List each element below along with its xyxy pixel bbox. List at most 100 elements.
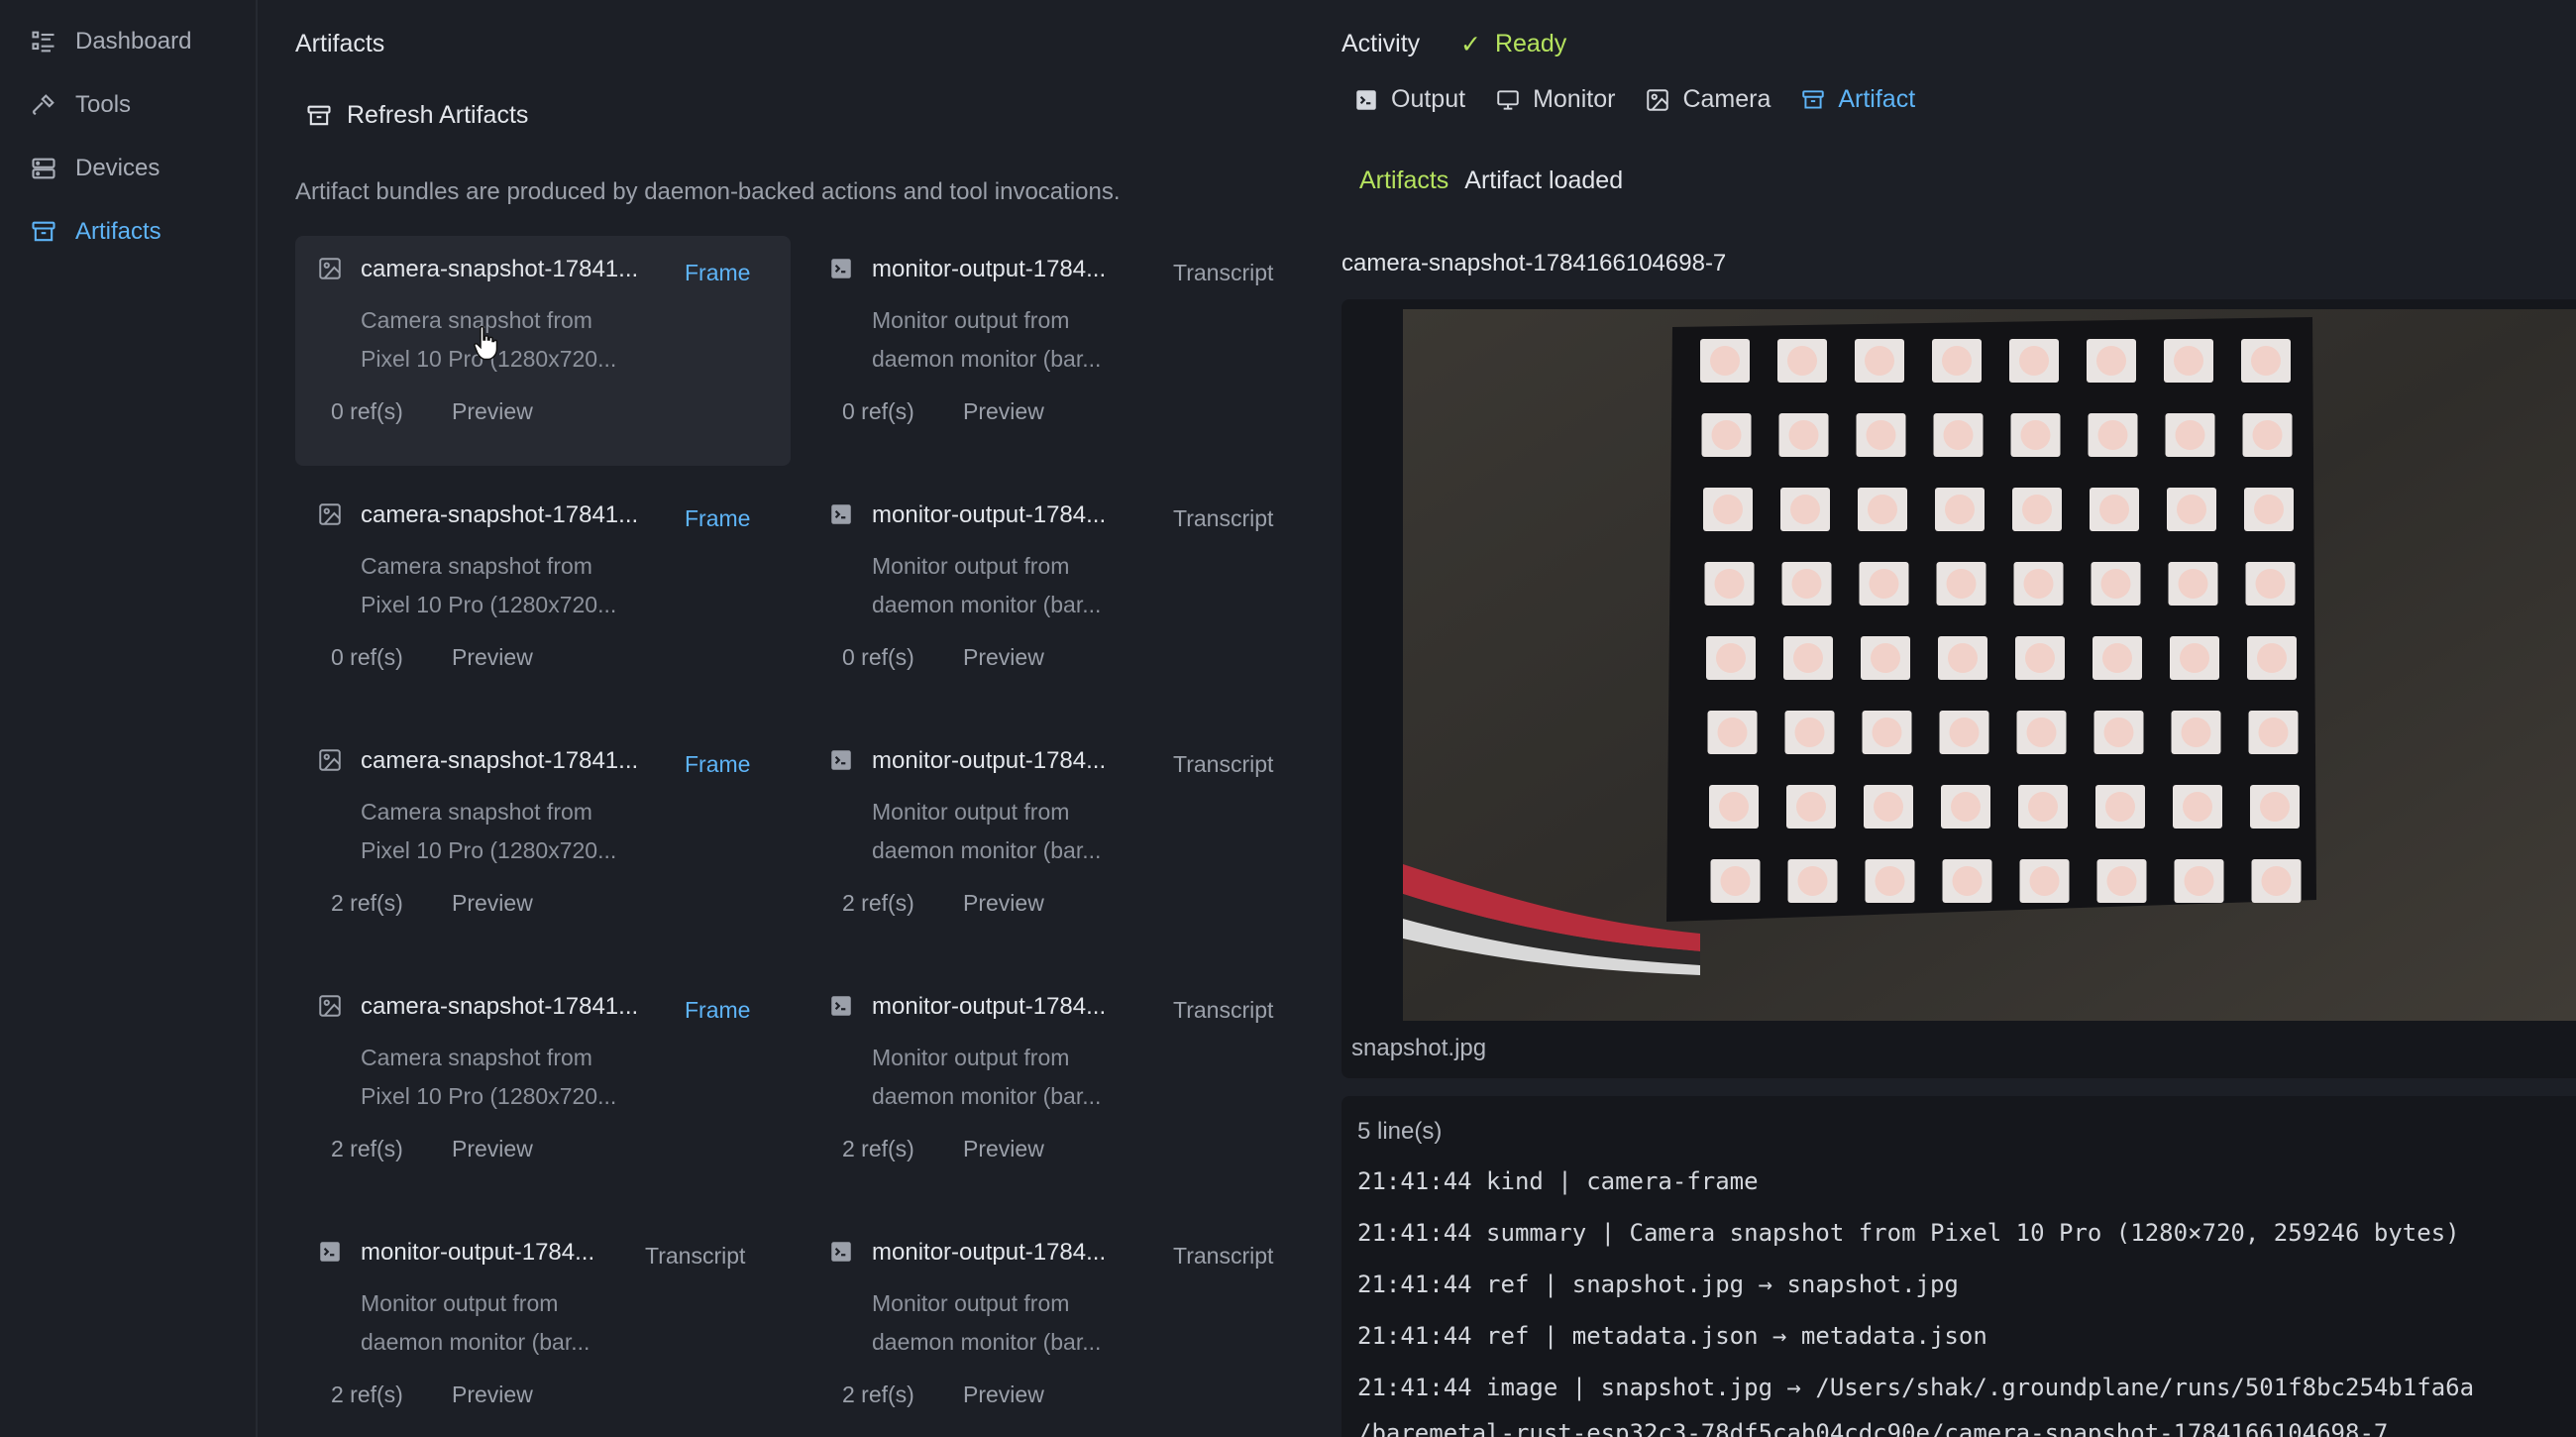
led-lens — [2029, 866, 2060, 896]
artifact-card[interactable]: monitor-output-1784... Transcript Monito… — [806, 482, 1302, 712]
led-lens — [2022, 495, 2052, 524]
artifact-title: monitor-output-1784... — [361, 1239, 595, 1266]
led-lens — [2099, 495, 2129, 524]
terminal-icon — [831, 259, 851, 278]
terminal-icon — [1356, 89, 1376, 110]
summary-line: Camera snapshot from — [361, 799, 592, 825]
artifact-tag: Transcript — [1173, 505, 1274, 531]
artifact-card[interactable]: monitor-output-1784... Transcript Monito… — [806, 727, 1302, 957]
artifact-summary: Camera snapshot from Pixel 10 Pro (1280x7… — [361, 1039, 616, 1116]
artifact-title: monitor-output-1784... — [872, 256, 1107, 282]
artifact-card[interactable]: camera-snapshot-17841... Frame Camera sn… — [295, 236, 791, 466]
sidebar-item-label: Dashboard — [75, 28, 192, 55]
activity-tabs: Output Monitor Camera Artifact — [1353, 85, 1915, 114]
led-lens — [1790, 495, 1820, 524]
artifact-card[interactable]: monitor-output-1784... Transcript Monito… — [806, 236, 1302, 466]
led-lens — [1874, 792, 1903, 822]
sidebar-item-label: Artifacts — [75, 218, 161, 245]
preview-link[interactable]: Preview — [963, 644, 1044, 671]
led-lens — [2251, 346, 2281, 376]
led-lens — [2252, 420, 2283, 450]
log-line: 21:41:44 summary | Camera snapshot from … — [1357, 1219, 2460, 1247]
status-badge: ✓ Ready — [1460, 30, 1566, 59]
summary-line: daemon monitor (bar... — [872, 1083, 1102, 1109]
summary-line: Monitor output from — [872, 799, 1070, 825]
summary-line: Monitor output from — [872, 307, 1070, 333]
refresh-artifacts-button[interactable]: Refresh Artifacts — [305, 101, 528, 130]
artifact-tag: Frame — [685, 505, 751, 531]
preview-link[interactable]: Preview — [452, 890, 533, 917]
led-lens — [1794, 718, 1825, 747]
artifact-refs: 2 ref(s) — [842, 890, 914, 916]
terminal-icon — [831, 504, 851, 524]
sidebar-item-tools[interactable]: Tools — [30, 91, 131, 119]
led-lens — [2258, 718, 2289, 747]
led-lens — [1945, 495, 1975, 524]
artifact-title: monitor-output-1784... — [872, 501, 1107, 528]
artifact-summary: Monitor output from daemon monitor (bar..… — [872, 547, 1101, 624]
led-lens — [2028, 792, 2058, 822]
log-line: 21:41:44 kind | camera-frame — [1357, 1167, 1759, 1195]
led-lens — [1711, 420, 1742, 450]
artifact-name: camera-snapshot-1784166104698-7 — [1342, 250, 1727, 276]
led-lens — [2102, 643, 2132, 673]
preview-link[interactable]: Preview — [963, 1382, 1044, 1408]
preview-link[interactable]: Preview — [452, 1136, 533, 1162]
image-icon — [319, 258, 341, 279]
preview-link[interactable]: Preview — [963, 1136, 1044, 1162]
sidebar-item-label: Devices — [75, 155, 161, 181]
summary-line: daemon monitor (bar... — [872, 1329, 1102, 1355]
log-line: 21:41:44 image | snapshot.jpg → /Users/s… — [1357, 1374, 2475, 1401]
led-lens — [2175, 420, 2205, 450]
refresh-artifacts-label: Refresh Artifacts — [347, 101, 529, 129]
artifact-tag: Frame — [685, 997, 751, 1023]
preview-link[interactable]: Preview — [963, 398, 1044, 425]
led-lens — [1710, 346, 1740, 376]
sidebar-item-dashboard[interactable]: Dashboard — [30, 28, 191, 55]
hammer-icon — [32, 94, 54, 116]
image-icon — [319, 749, 341, 771]
led-lens — [2023, 569, 2054, 599]
preview-link[interactable]: Preview — [963, 890, 1044, 917]
led-lens — [1872, 718, 1902, 747]
breadcrumb: Artifacts Artifact loaded — [1359, 166, 1623, 195]
tab-monitor[interactable]: Monitor — [1495, 85, 1615, 114]
artifact-refs: 2 ref(s) — [331, 1136, 403, 1161]
summary-line: Pixel 10 Pro (1280x720... — [361, 837, 617, 863]
artifact-card[interactable]: monitor-output-1784... Transcript Monito… — [295, 1219, 791, 1437]
summary-line: daemon monitor (bar... — [872, 346, 1102, 372]
summary-line: daemon monitor (bar... — [361, 1329, 590, 1355]
preview-link[interactable]: Preview — [452, 398, 533, 425]
preview-link[interactable]: Preview — [452, 1382, 533, 1408]
led-lens — [2026, 718, 2057, 747]
tab-label: Monitor — [1533, 85, 1616, 113]
led-lens — [1714, 569, 1745, 599]
led-lens — [2174, 346, 2203, 376]
dashboard-icon — [32, 31, 54, 53]
artifact-tag: Transcript — [1173, 997, 1274, 1023]
artifact-title: camera-snapshot-17841... — [361, 256, 639, 282]
artifact-summary: Camera snapshot from Pixel 10 Pro (1280x7… — [361, 793, 616, 870]
preview-link[interactable]: Preview — [452, 644, 533, 671]
breadcrumb-artifacts-link[interactable]: Artifacts — [1359, 166, 1449, 195]
artifact-card[interactable]: camera-snapshot-17841... Frame Camera sn… — [295, 727, 791, 957]
log-line: 21:41:44 ref | metadata.json → metadata.… — [1357, 1322, 1987, 1350]
artifacts-panel: Artifacts Refresh Artifacts Artifact bun… — [295, 0, 1286, 1437]
artifact-summary: Monitor output from daemon monitor (bar..… — [872, 793, 1101, 870]
artifact-card[interactable]: camera-snapshot-17841... Frame Camera sn… — [295, 482, 791, 712]
led-lens — [2180, 643, 2209, 673]
led-lens — [1788, 420, 1819, 450]
artifact-card[interactable]: monitor-output-1784... Transcript Monito… — [806, 973, 1302, 1203]
artifact-card[interactable]: monitor-output-1784... Transcript Monito… — [806, 1219, 1302, 1437]
terminal-icon — [831, 1242, 851, 1262]
tab-artifact[interactable]: Artifact — [1800, 85, 1915, 114]
sidebar-item-devices[interactable]: Devices — [30, 155, 160, 182]
tab-output[interactable]: Output — [1353, 85, 1465, 114]
led-lens — [1869, 569, 1899, 599]
sidebar-item-artifacts[interactable]: Artifacts — [30, 218, 161, 246]
activity-panel: Activity ✓ Ready Output Monitor Camera A… — [1342, 0, 2576, 1437]
artifact-tag: Transcript — [1173, 1243, 1274, 1269]
tab-label: Camera — [1682, 85, 1771, 113]
artifact-card[interactable]: camera-snapshot-17841... Frame Camera sn… — [295, 973, 791, 1203]
tab-camera[interactable]: Camera — [1645, 85, 1771, 114]
